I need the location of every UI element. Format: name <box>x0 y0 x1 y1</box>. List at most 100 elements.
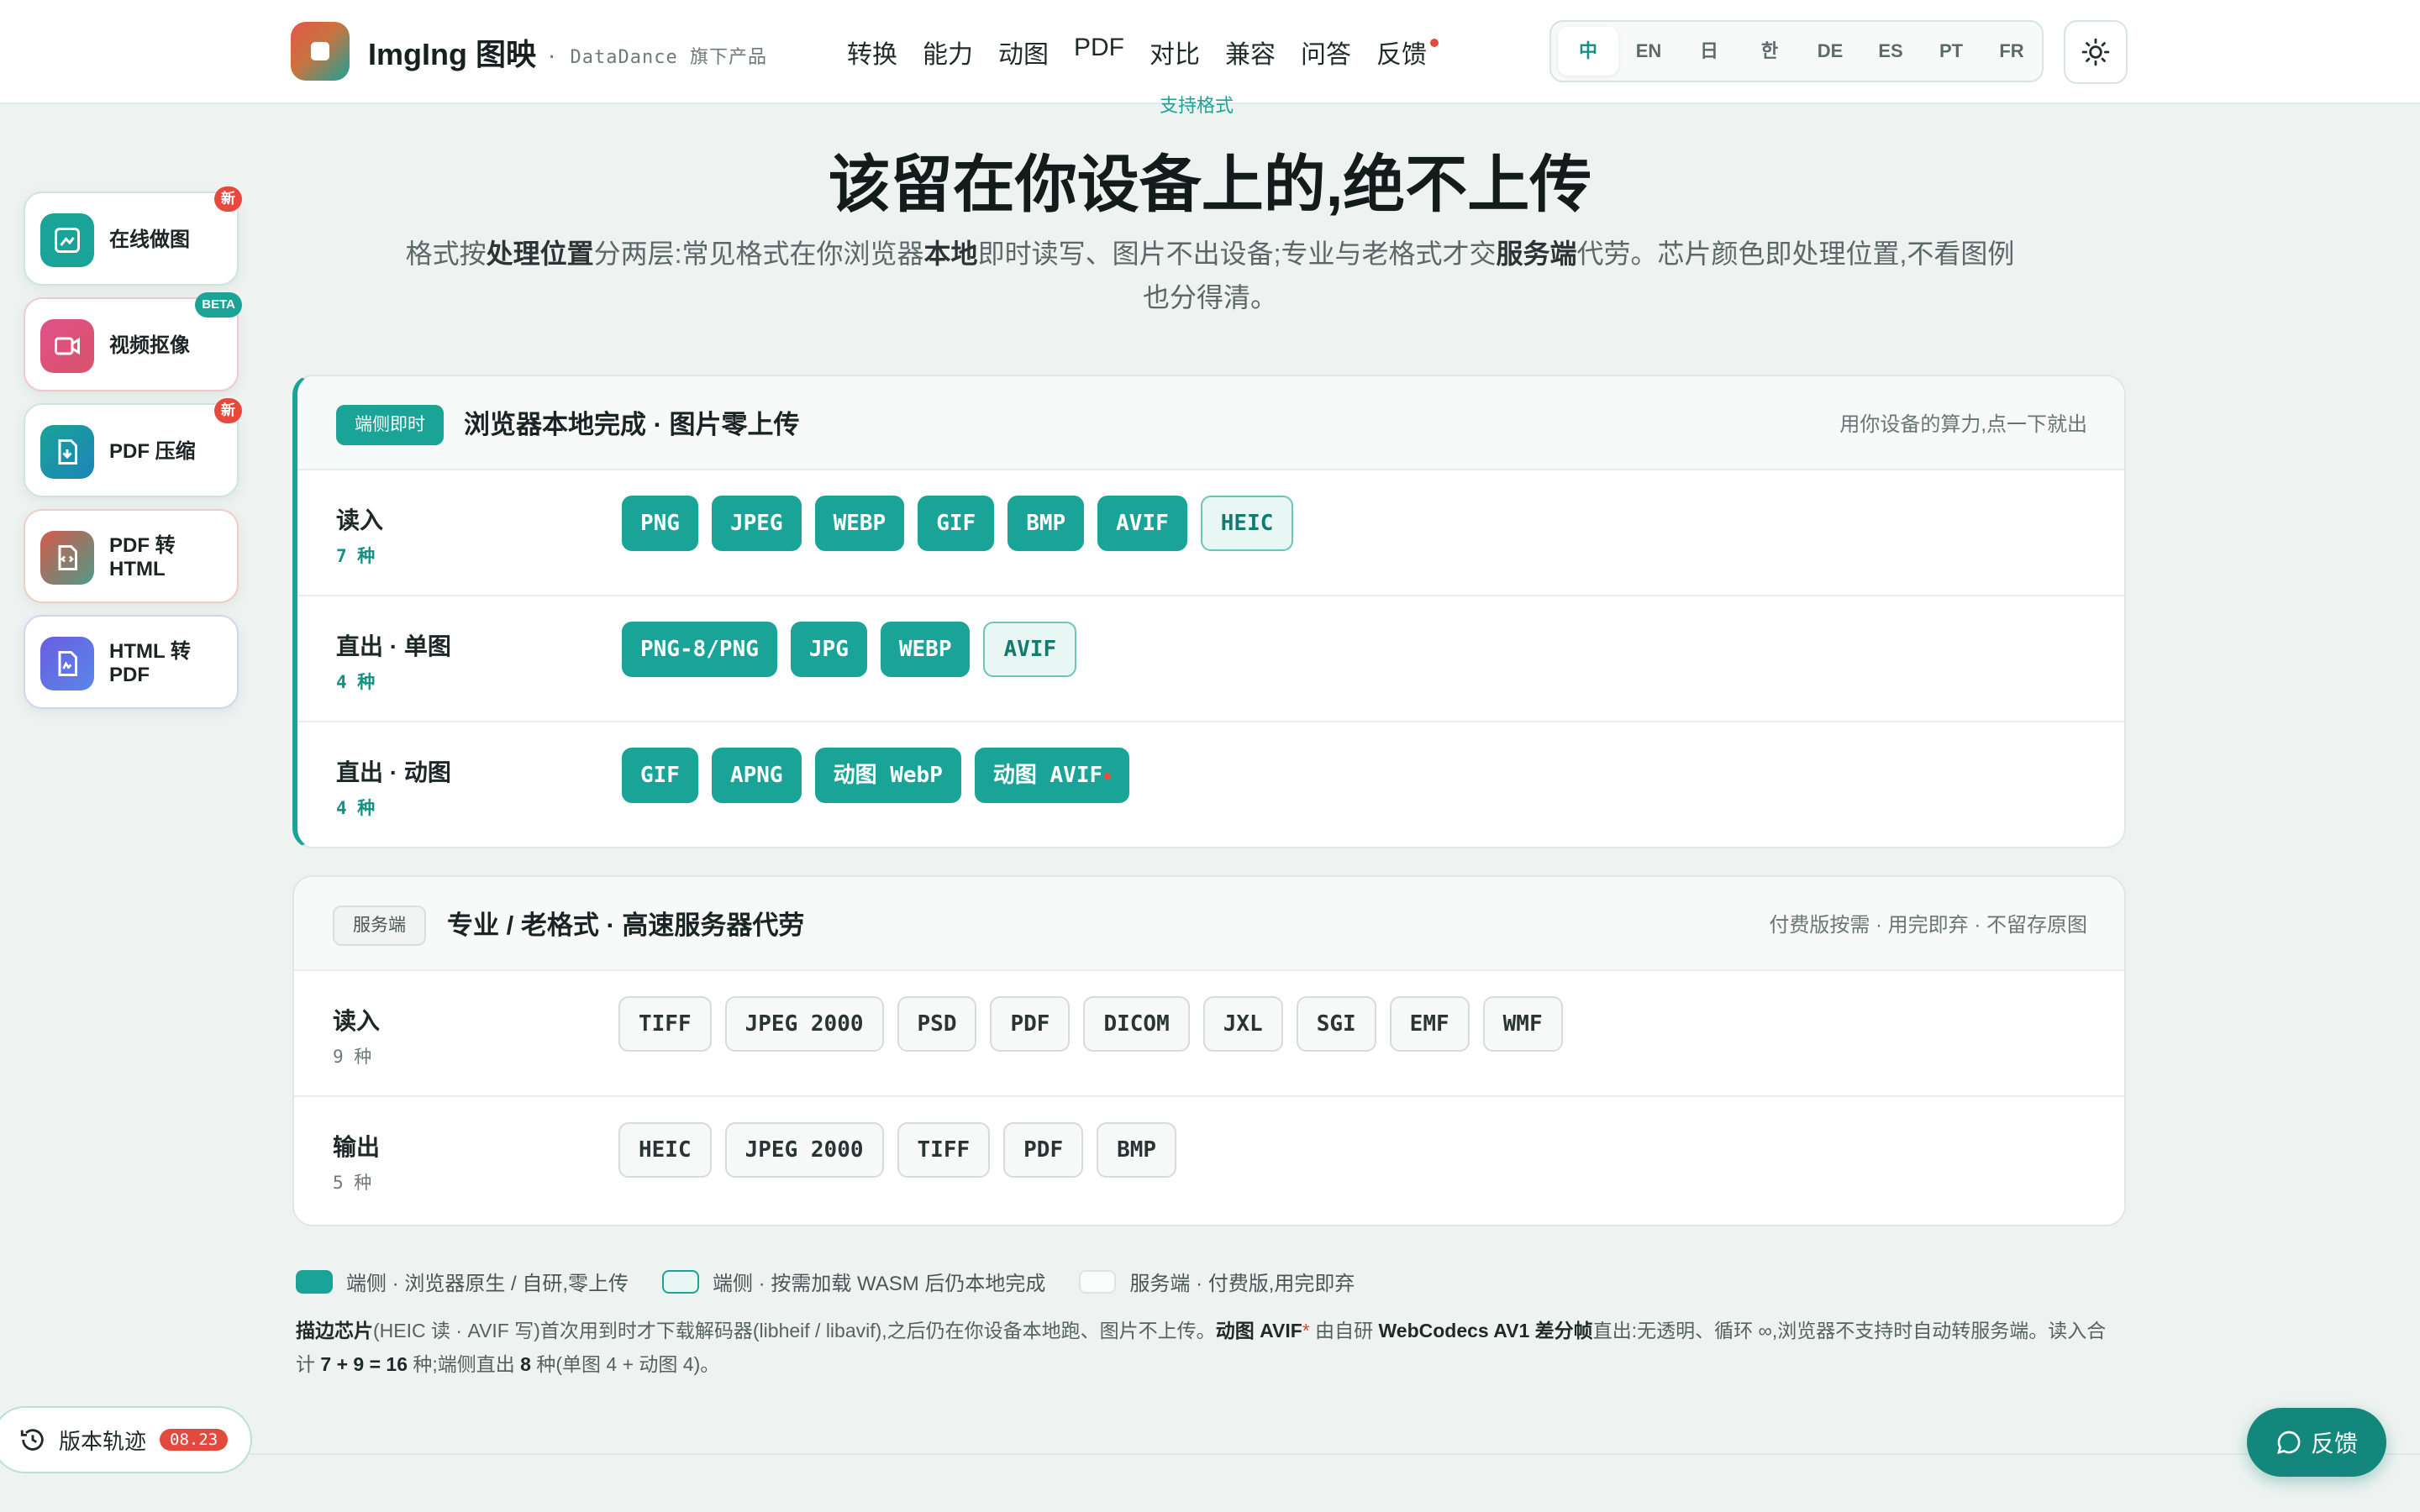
lang-es[interactable]: ES <box>1860 27 1921 76</box>
format-chip: PDF <box>990 996 1071 1052</box>
chip-list: GIF APNG 动图 WebP 动图 AVIF <box>622 748 1130 803</box>
row-label: 直出 · 单图 <box>336 633 451 659</box>
page-title: 该留在你设备上的,绝不上传 <box>828 150 1592 219</box>
side-tool-video-matting[interactable]: 视频抠像 BETA <box>24 292 242 391</box>
chip-list: HEIC JPEG 2000 TIFF PDF BMP <box>618 1122 1177 1178</box>
format-chip-label: TIFF <box>917 1137 971 1163</box>
changelog-label: 版本轨迹 <box>59 1428 147 1454</box>
nav-feedback-label: 反馈 <box>1376 41 1427 69</box>
format-chip: WEBP <box>814 496 905 551</box>
panel-note: 付费版按需 · 用完即弃 · 不留存原图 <box>1769 914 2087 937</box>
lang-fr[interactable]: FR <box>1981 27 2042 76</box>
chat-bubble-icon <box>2277 1431 2301 1454</box>
format-chip: JPEG 2000 <box>724 1122 884 1178</box>
format-chip-label: GIF <box>936 511 976 536</box>
side-tool-label: 视频抠像 <box>109 334 190 357</box>
format-chip-label: JPEG 2000 <box>744 1011 864 1037</box>
format-chip-label: PNG <box>640 511 680 536</box>
legend-label: 服务端 · 付费版,用完即弃 <box>1129 1273 1355 1295</box>
legend-swatch-server <box>1079 1269 1117 1294</box>
format-chip-label: EMF <box>1409 1011 1449 1037</box>
format-chip-label: JXL <box>1223 1011 1263 1037</box>
format-chip: PNG <box>622 496 698 551</box>
format-chip-label: APNG <box>729 763 783 788</box>
side-tool-label: PDF 转 HTML <box>109 534 176 580</box>
format-chip-label: WEBP <box>898 637 952 662</box>
side-tool-label: HTML 转 PDF <box>109 640 191 686</box>
format-chip: WEBP <box>880 622 971 677</box>
logo-icon[interactable] <box>291 22 350 81</box>
format-chip-label: WEBP <box>833 511 886 536</box>
format-chip: WMF <box>1482 996 1563 1052</box>
format-chip-label: GIF <box>640 763 680 788</box>
format-chip-label: AVIF <box>1003 637 1057 662</box>
nav-compat[interactable]: 兼容 <box>1225 34 1276 71</box>
nav-compare[interactable]: 对比 <box>1150 34 1200 71</box>
chip-legend: 端侧 · 浏览器原生 / 自研,零上传 端侧 · 按需加载 WASM 后仍本地完… <box>296 1267 1388 1296</box>
lang-zh[interactable]: 中 <box>1558 27 1618 76</box>
row-label: 读入 <box>333 1008 381 1034</box>
code-file-icon <box>40 531 94 585</box>
format-chip-label: PDF <box>1010 1011 1050 1037</box>
brand-name[interactable]: ImgIng 图映 <box>368 30 536 74</box>
format-chip: PDF <box>1003 1122 1084 1178</box>
format-chip: 动图 AVIF <box>974 748 1130 803</box>
nav-convert[interactable]: 转换 <box>847 34 897 71</box>
file-compress-icon <box>40 425 94 479</box>
legend-label: 端侧 · 浏览器原生 / 自研,零上传 <box>346 1273 629 1295</box>
panel-header: 端侧即时 浏览器本地完成 · 图片零上传 用你设备的算力,点一下就出 <box>297 376 2124 470</box>
side-tool-label: PDF 压缩 <box>109 440 196 463</box>
format-chip-label: 动图 AVIF <box>992 763 1103 788</box>
format-chip-label: JPG <box>808 637 849 662</box>
format-chip-label: HEIC <box>639 1137 692 1163</box>
history-icon <box>20 1429 44 1451</box>
changelog-button[interactable]: 版本轨迹 08.23 <box>0 1406 252 1473</box>
lang-de[interactable]: DE <box>1800 27 1860 76</box>
row-label: 直出 · 动图 <box>336 759 451 785</box>
format-chip: JXL <box>1202 996 1283 1052</box>
client-side-panel: 端侧即时 浏览器本地完成 · 图片零上传 用你设备的算力,点一下就出 读入 7 … <box>292 375 2126 848</box>
row-count: 5 种 <box>333 1173 372 1193</box>
nav-animated[interactable]: 动图 <box>998 34 1049 71</box>
lang-ko[interactable]: 한 <box>1739 27 1800 76</box>
row-label: 读入 <box>336 507 384 533</box>
nav-pdf[interactable]: PDF <box>1074 34 1124 71</box>
format-chip: HEIC <box>618 1122 712 1178</box>
legend-item: 端侧 · 浏览器原生 / 自研,零上传 <box>296 1267 629 1296</box>
format-row-output: 输出 5 种 HEIC JPEG 2000 TIFF PDF BMP <box>294 1097 2124 1223</box>
lang-en[interactable]: EN <box>1618 27 1679 76</box>
page-description: 格式按处理位置分两层:常见格式在你浏览器本地即时读写、图片不出设备;专业与老格式… <box>405 239 2015 312</box>
format-chip: JPEG 2000 <box>724 996 884 1052</box>
theme-toggle-button[interactable] <box>2064 20 2128 84</box>
side-tool-html-to-pdf[interactable]: HTML 转 PDF <box>24 615 239 709</box>
side-tool-pdf-to-html[interactable]: PDF 转 HTML <box>24 509 239 603</box>
row-count: 4 种 <box>336 672 376 692</box>
row-count: 4 种 <box>336 798 376 818</box>
format-chip: TIFF <box>618 996 712 1052</box>
server-side-panel: 服务端 专业 / 老格式 · 高速服务器代劳 付费版按需 · 用完即弃 · 不留… <box>292 875 2126 1226</box>
panel-header: 服务端 专业 / 老格式 · 高速服务器代劳 付费版按需 · 用完即弃 · 不留… <box>294 877 2124 971</box>
feedback-button[interactable]: 反馈 <box>2247 1408 2386 1477</box>
video-icon <box>40 319 94 373</box>
format-chip: BMP <box>1007 496 1085 551</box>
nav-capability[interactable]: 能力 <box>923 34 973 71</box>
legend-item: 服务端 · 付费版,用完即弃 <box>1079 1267 1355 1296</box>
format-chip: AVIF <box>983 622 1077 677</box>
format-chip-label: WMF <box>1502 1011 1543 1037</box>
lang-ja[interactable]: 日 <box>1679 27 1739 76</box>
server-tag: 服务端 <box>333 906 426 946</box>
format-chip: DICOM <box>1083 996 1190 1052</box>
legend-item: 端侧 · 按需加载 WASM 后仍本地完成 <box>662 1267 1045 1296</box>
format-chip: GIF <box>622 748 698 803</box>
format-chip: PNG-8/PNG <box>622 622 777 677</box>
side-tool-pdf-compress[interactable]: PDF 压缩 新 <box>24 398 242 497</box>
lang-pt[interactable]: PT <box>1921 27 1981 76</box>
language-switcher: 中 EN 日 한 DE ES PT FR <box>1549 20 2044 82</box>
brand-subtitle: · DataDance 旗下产品 <box>546 47 767 68</box>
format-chip-label: JPEG 2000 <box>744 1137 864 1163</box>
format-chip-label: JPEG <box>729 511 783 536</box>
nav-feedback[interactable]: 反馈 <box>1376 34 1439 71</box>
nav-faq[interactable]: 问答 <box>1301 34 1351 71</box>
chip-list: TIFF JPEG 2000 PSD PDF DICOM JXL SGI EMF WMF <box>618 996 1563 1052</box>
section-kicker: 支持格式 <box>1160 95 1234 116</box>
